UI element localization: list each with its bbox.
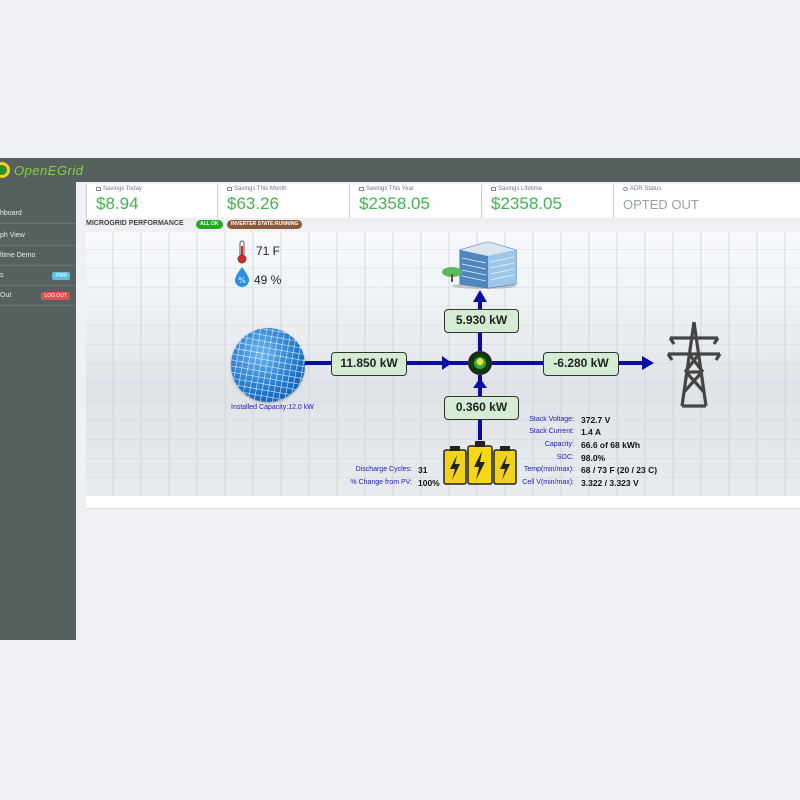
installed-capacity-label: Installed Capacity:12.0 kW	[231, 404, 314, 411]
stat-value: $63.26	[227, 194, 279, 213]
solar-power-box: 11.850 kW	[331, 352, 407, 376]
stat-value: $2358.05	[359, 194, 430, 213]
stat-value: OPTED OUT	[623, 197, 699, 212]
stat-title: ADR Status	[630, 186, 662, 192]
logo-text: OpenEGrid	[14, 162, 84, 178]
thermometer-icon	[237, 240, 247, 264]
stack-voltage-label: Stack Voltage:	[529, 416, 574, 423]
grid-arrow-icon	[642, 356, 654, 370]
cell-voltage-label: Cell V(min/max):	[522, 479, 574, 486]
sidebar-item-label: s	[0, 272, 4, 279]
sidebar-item-realtime-demo[interactable]: ltime Demo	[0, 246, 76, 266]
money-icon	[359, 187, 364, 191]
capacity-label: Capacity:	[544, 441, 574, 448]
panel-footer	[86, 496, 800, 509]
pwr-badge: PWR	[52, 271, 70, 280]
stat-adr-status: ADR Status OPTED OUT	[613, 184, 745, 218]
log-out-badge[interactable]: LOG OUT	[41, 291, 70, 300]
stat-title: Savings Today	[103, 186, 142, 192]
stat-title: Savings This Month	[234, 186, 287, 192]
sidebar-item-label: hboard	[0, 210, 22, 217]
savings-stats-bar: Savings Today $8.94 Savings This Month $…	[86, 184, 800, 218]
change-from-pv-value: 100%	[418, 478, 440, 488]
top-navbar: OpenEGrid	[0, 158, 800, 182]
sidebar-item-label: ltime Demo	[0, 252, 36, 259]
stat-savings-month: Savings This Month $63.26	[217, 184, 349, 218]
inverter-state-badge: INVERTER STATE:RUNNING	[227, 220, 303, 229]
inverter-hub-icon[interactable]	[468, 351, 492, 375]
sidebar-item-label: ph View	[0, 232, 25, 239]
stat-value: $8.94	[96, 194, 139, 213]
stat-title: Savings Lifetime	[498, 186, 543, 192]
stat-savings-today: Savings Today $8.94	[86, 184, 217, 218]
sidebar: hboard ph View ltime Demo s PWR Out LOG …	[0, 182, 76, 640]
discharge-cycles-label: Discharge Cycles:	[355, 466, 412, 473]
app-logo[interactable]: OpenEGrid	[0, 160, 84, 180]
money-icon	[491, 187, 496, 191]
stack-voltage-value: 372.7 V	[581, 415, 611, 425]
stat-value: $2358.05	[491, 194, 562, 213]
discharge-cycles-value: 31	[418, 465, 428, 475]
capacity-value: 66.6 of 68 kWh	[581, 440, 641, 450]
building-arrow-icon	[473, 290, 487, 302]
user-icon	[623, 187, 628, 191]
building-icon[interactable]	[440, 240, 522, 290]
grid-power-box: -6.280 kW	[543, 352, 619, 376]
soc-value: 98.0%	[581, 453, 606, 463]
humidity-icon: %	[235, 267, 249, 287]
stack-current-label: Stack Current:	[529, 428, 574, 435]
stat-savings-lifetime: Savings Lifetime $2358.05	[481, 184, 613, 218]
all-ok-badge: ALL OK	[196, 220, 223, 229]
battery-arrow-icon	[473, 378, 487, 388]
stat-savings-year: Savings This Year $2358.05	[349, 184, 481, 218]
performance-title: MICROGRID PERFORMANCE	[86, 220, 184, 227]
transmission-tower-icon[interactable]	[664, 320, 724, 408]
solar-panel-icon[interactable]	[231, 328, 305, 402]
building-power-box: 5.930 kW	[444, 309, 519, 333]
sidebar-item-log-out[interactable]: Out LOG OUT	[0, 286, 76, 306]
sidebar-item-graph-view[interactable]: ph View	[0, 226, 76, 246]
temp-min-max-label: Temp(min/max):	[523, 466, 574, 473]
temperature-value: 71 F	[256, 244, 281, 258]
change-from-pv-label: % Change from PV:	[350, 479, 412, 486]
temp-min-max-value: 68 / 73 F (20 / 23 C)	[581, 465, 658, 475]
soc-label: SOC:	[556, 454, 574, 461]
cell-voltage-value: 3.322 / 3.323 V	[581, 478, 639, 488]
sun-logo-icon	[0, 162, 10, 178]
money-icon	[227, 187, 232, 191]
money-icon	[96, 187, 101, 191]
solar-arrow-icon	[442, 356, 452, 370]
sidebar-item-dashboard[interactable]: hboard	[0, 204, 76, 224]
humidity-value: 49 %	[254, 273, 282, 287]
stat-title: Savings This Year	[366, 186, 414, 192]
sidebar-item-label: Out	[0, 292, 12, 299]
svg-text:%: %	[238, 276, 246, 285]
sidebar-item-settings[interactable]: s PWR	[0, 266, 76, 286]
stack-current-value: 1.4 A	[581, 427, 602, 437]
